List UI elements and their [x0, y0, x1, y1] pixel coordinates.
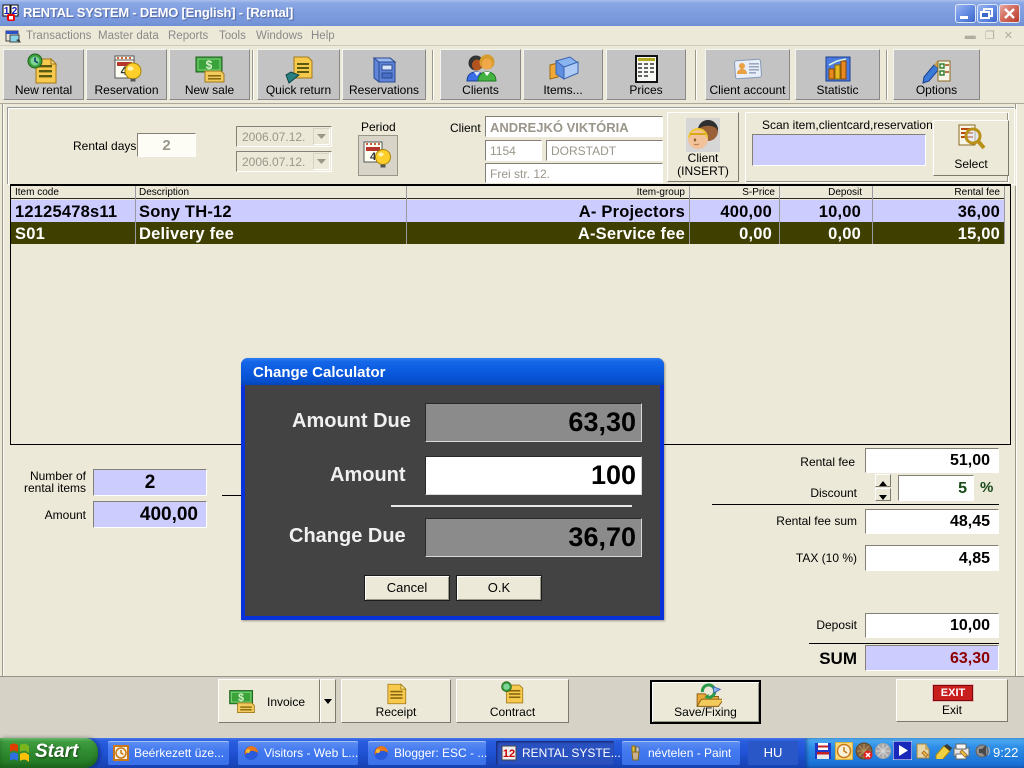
svg-text:$: $ [238, 692, 244, 704]
svg-text:12: 12 [503, 748, 515, 760]
svg-text:$: $ [205, 58, 212, 72]
